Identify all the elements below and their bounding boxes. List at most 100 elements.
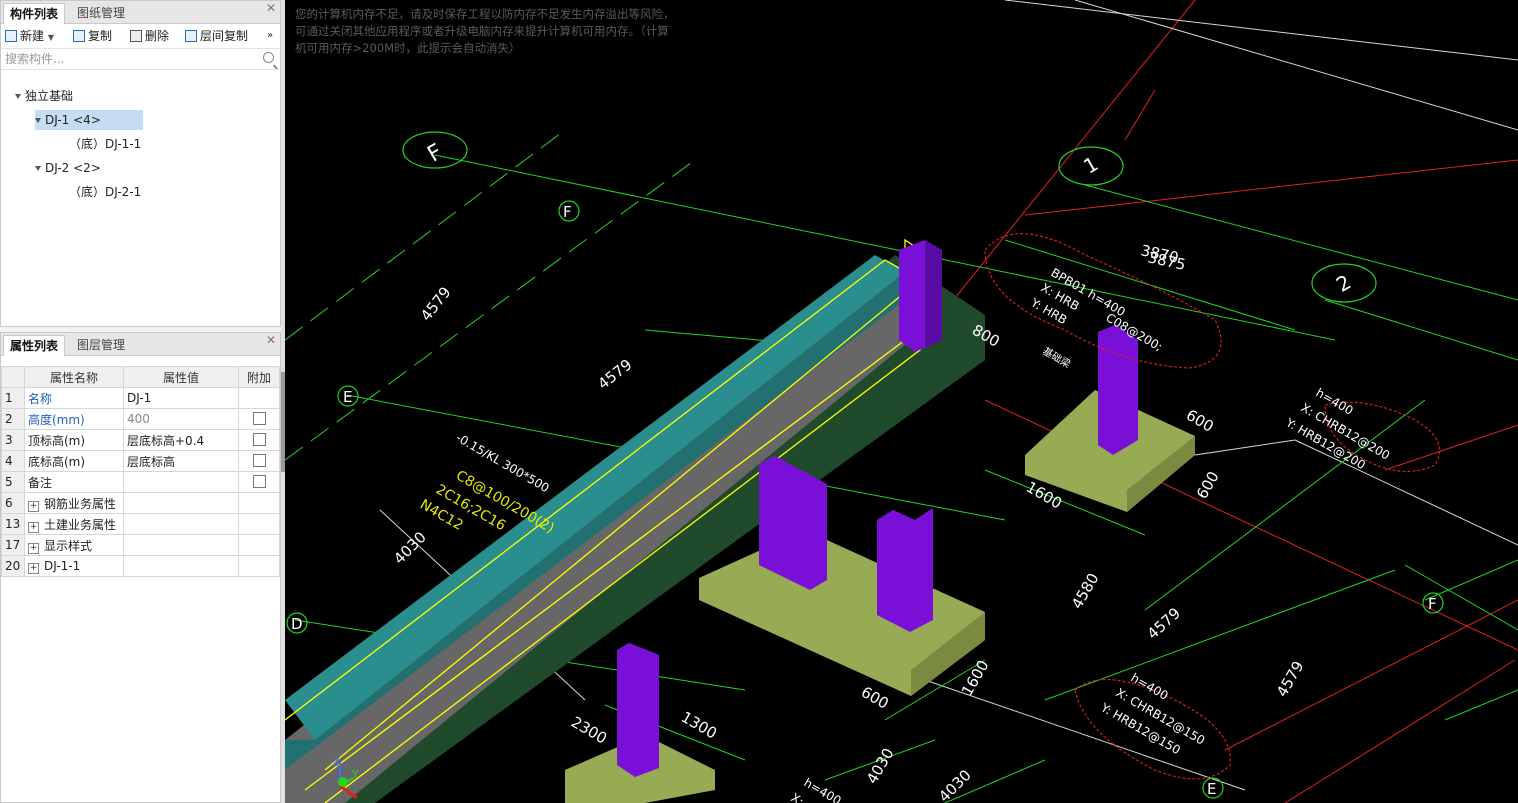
axis-y-label: Y	[351, 768, 359, 781]
dim-text: 4579	[594, 355, 635, 393]
bubble-label-1: 1	[1079, 151, 1102, 178]
table-row[interactable]: 4 底标高(m) 层底标高	[1, 450, 280, 472]
dim-text: 4579	[417, 283, 455, 324]
tree-item-label: DJ-1 <4>	[45, 113, 101, 127]
attach-cell	[238, 555, 280, 577]
white-line	[1294, 439, 1518, 546]
component-panel-tabs: 构件列表 图纸管理 ✕	[1, 1, 280, 24]
tab-layer-management[interactable]: 图层管理	[71, 335, 131, 355]
dim-line	[1404, 564, 1518, 631]
tree-item-dj2-1[interactable]: （底）DJ-2-1	[69, 182, 141, 202]
dim-text: 4580	[1068, 570, 1103, 612]
tree-item-dj1-1[interactable]: （底）DJ-1-1	[69, 134, 141, 154]
property-group[interactable]: + 显示样式	[24, 534, 124, 556]
close-icon[interactable]: ✕	[266, 333, 276, 347]
dim-text: 600	[1193, 468, 1223, 502]
dim-line	[1424, 559, 1518, 601]
expand-plus-icon[interactable]: +	[28, 521, 39, 533]
property-value[interactable]: 层底标高	[123, 450, 239, 472]
dropdown-arrow-icon[interactable]: ▼	[48, 33, 54, 42]
expand-icon[interactable]	[35, 166, 41, 171]
tab-property-list[interactable]: 属性列表	[3, 335, 66, 356]
attach-checkbox[interactable]	[252, 432, 266, 446]
trash-icon	[130, 30, 142, 42]
dim-line	[1044, 569, 1396, 701]
expand-plus-icon[interactable]: +	[28, 562, 39, 574]
tree-root-isolated-foundation[interactable]: 独立基础	[15, 86, 73, 106]
floor-copy-icon	[185, 30, 197, 42]
dim-text: 4030	[935, 766, 975, 803]
new-button[interactable]: 新建 ▼	[5, 28, 54, 44]
property-name: 底标高(m)	[24, 450, 124, 472]
tab-component-list[interactable]: 构件列表	[3, 3, 66, 24]
tab-drawing-management[interactable]: 图纸管理	[71, 3, 131, 23]
white-line	[1004, 0, 1518, 61]
model-scene[interactable]: F E D F E F 1 2 4579 4579 3870 3875 800 …	[285, 0, 1518, 803]
axis-label-e: E	[343, 388, 352, 406]
dim-text: 2300	[568, 713, 610, 748]
expand-icon[interactable]	[35, 118, 41, 123]
attach-cell	[238, 429, 280, 451]
attach-checkbox[interactable]	[252, 411, 266, 425]
table-row[interactable]: 5 备注	[1, 471, 280, 493]
dim-text: 1300	[678, 708, 720, 743]
copy-icon	[73, 30, 85, 42]
bubble-label-2: 2	[1332, 270, 1355, 297]
component-search	[1, 49, 280, 70]
new-icon	[5, 30, 17, 42]
tree-item-label: DJ-2 <2>	[45, 161, 101, 175]
tree-item-dj2[interactable]: DJ-2 <2>	[35, 158, 101, 178]
axis-label-f2: F	[1428, 595, 1437, 613]
property-name: 高度(mm)	[24, 408, 124, 430]
new-label: 新建	[20, 29, 45, 43]
close-icon[interactable]: ✕	[266, 1, 276, 15]
property-value[interactable]	[123, 471, 239, 493]
property-value[interactable]: 400	[123, 408, 239, 430]
table-row[interactable]: 1 名称 DJ-1	[1, 387, 280, 409]
row-number: 20	[1, 555, 25, 577]
row-number: 6	[1, 492, 25, 514]
table-row[interactable]: 3 顶标高(m) 层底标高+0.4	[1, 429, 280, 451]
table-row[interactable]: 2 高度(mm) 400	[1, 408, 280, 430]
property-group-label: DJ-1-1	[44, 558, 81, 573]
attach-checkbox[interactable]	[252, 474, 266, 488]
column-header: 属性名称	[24, 366, 124, 388]
search-input[interactable]	[3, 50, 262, 68]
expand-plus-icon[interactable]: +	[28, 500, 39, 512]
expand-plus-icon[interactable]: +	[28, 542, 39, 554]
copy-button[interactable]: 复制	[73, 28, 112, 44]
delete-button[interactable]: 删除	[130, 28, 169, 44]
search-icon[interactable]	[263, 52, 274, 63]
property-group[interactable]: + 土建业务属性	[24, 513, 124, 535]
property-value	[123, 534, 239, 556]
dim-text: 600	[1183, 406, 1217, 436]
property-group[interactable]: + 钢筋业务属性	[24, 492, 124, 514]
axis-label-d: D	[291, 615, 303, 633]
property-value[interactable]: 层底标高+0.4	[123, 429, 239, 451]
column	[877, 508, 933, 632]
expand-icon[interactable]	[15, 94, 21, 99]
table-row[interactable]: 13 + 土建业务属性	[1, 513, 280, 535]
property-value	[123, 555, 239, 577]
bubble-label-f: F	[423, 140, 446, 168]
attach-cell	[238, 534, 280, 556]
attach-cell	[238, 471, 280, 493]
property-group-label: 钢筋业务属性	[44, 496, 117, 511]
table-row[interactable]: 17 + 显示样式	[1, 534, 280, 556]
dim-line	[1444, 689, 1518, 721]
tree-item-dj1[interactable]: DJ-1 <4>	[35, 110, 143, 130]
more-icon[interactable]: »	[267, 28, 273, 44]
axis-z-label: Z	[332, 756, 340, 769]
table-row[interactable]: 6 + 钢筋业务属性	[1, 492, 280, 514]
attach-cell	[238, 513, 280, 535]
component-toolbar: 新建 ▼ 复制 删除 层间复制 »	[1, 24, 280, 49]
table-row[interactable]: 20 + DJ-1-1	[1, 555, 280, 577]
property-group[interactable]: + DJ-1-1	[24, 555, 124, 577]
property-panel-tabs: 属性列表 图层管理 ✕	[1, 333, 280, 356]
attach-checkbox[interactable]	[252, 453, 266, 467]
property-value[interactable]: DJ-1	[123, 387, 239, 409]
floor-copy-button[interactable]: 层间复制	[185, 28, 248, 44]
property-name: 顶标高(m)	[24, 429, 124, 451]
property-group-label: 土建业务属性	[44, 517, 117, 532]
3d-viewport[interactable]: F E D F E F 1 2 4579 4579 3870 3875 800 …	[285, 0, 1518, 803]
